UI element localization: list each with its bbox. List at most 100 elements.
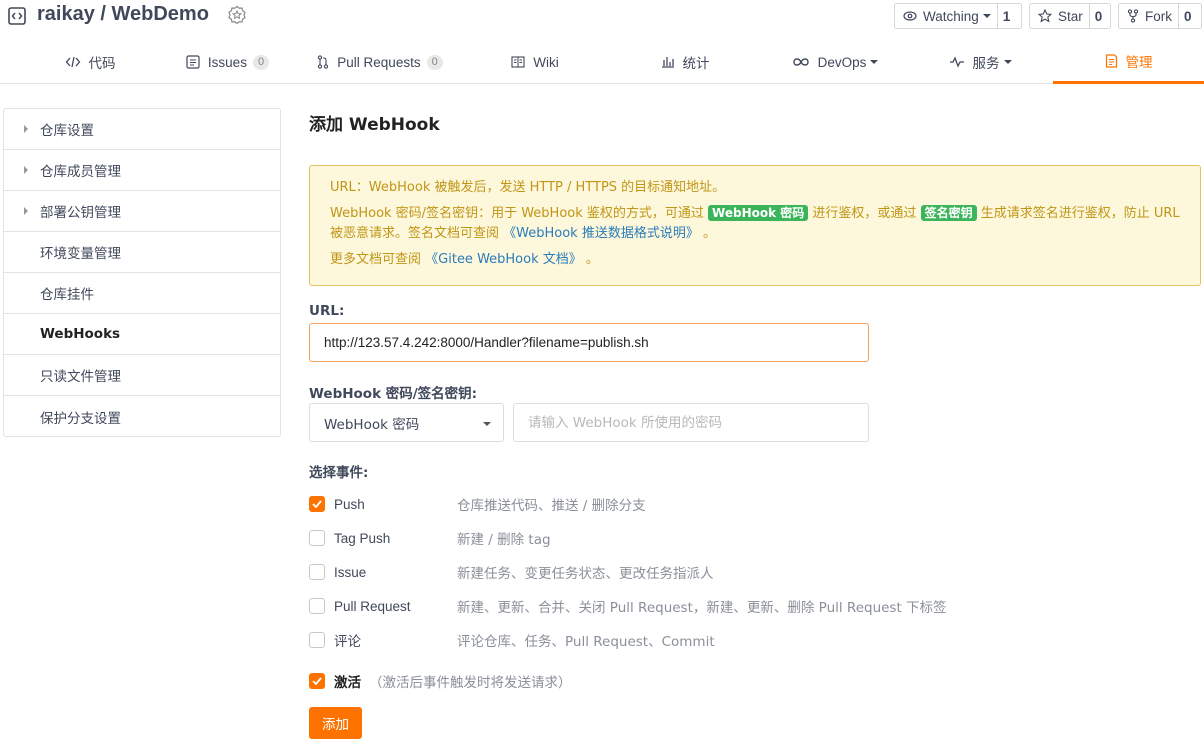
badge-icon[interactable] xyxy=(227,5,247,25)
event-name: 评论 xyxy=(334,634,361,649)
activate-option[interactable]: 激活 （激活后事件触发时将发送请求） xyxy=(309,671,572,691)
star-button[interactable]: Star 0 xyxy=(1029,3,1111,29)
event-issue[interactable]: Issue 新建任务、变更任务状态、更改任务指派人 xyxy=(309,562,1009,582)
tab-stats[interactable]: 统计 xyxy=(640,40,730,84)
issues-icon xyxy=(186,55,200,69)
watching-button[interactable]: Watching 1 xyxy=(894,3,1022,29)
comment-checkbox[interactable] xyxy=(309,632,325,648)
webhook-password-tag: WebHook 密码 xyxy=(708,205,809,221)
event-tag-push[interactable]: Tag Push 新建 / 删除 tag xyxy=(309,528,1009,548)
sidebar-item-label: WebHooks xyxy=(40,326,121,342)
sidebar-item-deploy-keys[interactable]: 部署公钥管理 xyxy=(4,191,280,232)
url-input[interactable] xyxy=(309,323,869,362)
secret-type-value: WebHook 密码 xyxy=(324,416,420,433)
sidebar-item-webhooks[interactable]: WebHooks xyxy=(4,314,280,355)
fork-icon xyxy=(1127,9,1139,23)
event-name: Issue xyxy=(334,564,367,580)
chevron-down-icon xyxy=(483,422,491,426)
sidebar-item-label: 仓库成员管理 xyxy=(40,164,121,180)
fork-count[interactable]: 0 xyxy=(1178,4,1197,28)
star-count[interactable]: 0 xyxy=(1088,4,1108,28)
activate-desc: （激活后事件触发时将发送请求） xyxy=(369,675,572,691)
sidebar-item-label: 只读文件管理 xyxy=(40,369,121,385)
sidebar-item-label: 保护分支设置 xyxy=(40,410,121,427)
event-pull-request[interactable]: Pull Request 新建、更新、合并、关闭 Pull Request，新建… xyxy=(309,596,1009,616)
repo-tabs: 代码 Issues 0 Pull Requests 0 Wiki 统计 DevO… xyxy=(0,40,1204,84)
event-desc: 新建任务、变更任务状态、更改任务指派人 xyxy=(457,566,714,582)
gitee-webhook-doc-link[interactable]: 《Gitee WebHook 文档》 xyxy=(425,252,582,267)
webhook-format-doc-link[interactable]: 《WebHook 推送数据格式说明》 xyxy=(503,226,699,241)
tab-issues[interactable]: Issues 0 xyxy=(180,40,275,84)
tab-manage[interactable]: 管理 xyxy=(1053,40,1204,84)
chevron-down-icon xyxy=(982,14,991,18)
sidebar-item-repo-settings[interactable]: 仓库设置 xyxy=(4,109,280,150)
activate-checkbox[interactable] xyxy=(309,673,325,689)
tab-manage-label: 管理 xyxy=(1125,54,1153,70)
eye-icon xyxy=(903,11,917,21)
repo-icon xyxy=(8,7,26,25)
repo-title[interactable]: raikay / WebDemo xyxy=(37,3,209,26)
sidebar-item-protected-branches[interactable]: 保护分支设置 xyxy=(4,396,280,437)
pull-request-checkbox[interactable] xyxy=(309,598,325,614)
issue-checkbox[interactable] xyxy=(309,564,325,580)
pull-request-icon xyxy=(318,55,329,69)
sidebar-item-label: 部署公钥管理 xyxy=(40,205,121,221)
tab-services-label: 服务 xyxy=(972,56,1000,71)
url-label: URL: xyxy=(309,303,345,319)
info-notice: URL：WebHook 被触发后，发送 HTTP / HTTPS 的目标通知地址… xyxy=(309,165,1201,286)
push-checkbox[interactable] xyxy=(309,496,325,512)
sidebar-item-label: 仓库挂件 xyxy=(40,287,94,303)
tab-code-label: 代码 xyxy=(88,56,116,71)
event-desc: 仓库推送代码、推送 / 删除分支 xyxy=(457,498,646,514)
activate-label: 激活 xyxy=(334,675,361,691)
chevron-down-icon xyxy=(1003,60,1012,64)
fork-button[interactable]: Fork 0 xyxy=(1118,3,1202,29)
event-name: Pull Request xyxy=(334,598,411,614)
event-comment[interactable]: 评论 评论仓库、任务、Pull Request、Commit xyxy=(309,630,1009,650)
sidebar-item-env-vars[interactable]: 环境变量管理 xyxy=(4,232,280,273)
tab-wiki-label: Wiki xyxy=(533,54,559,70)
notice-line-url: URL：WebHook 被触发后，发送 HTTP / HTTPS 的目标通知地址… xyxy=(330,178,1180,198)
chevron-right-icon xyxy=(24,166,28,174)
tab-pull-requests-count: 0 xyxy=(426,54,443,70)
bar-chart-icon xyxy=(661,57,674,68)
tab-issues-count: 0 xyxy=(252,54,270,70)
sidebar-item-label: 环境变量管理 xyxy=(40,246,121,262)
sidebar-item-label: 仓库设置 xyxy=(40,123,94,139)
pulse-icon xyxy=(949,56,964,68)
event-desc: 新建 / 删除 tag xyxy=(457,532,551,548)
sidebar-item-widgets[interactable]: 仓库挂件 xyxy=(4,273,280,314)
tab-devops-label: DevOps xyxy=(817,54,867,70)
secret-type-select[interactable]: WebHook 密码 xyxy=(309,403,504,442)
chevron-right-icon xyxy=(24,125,28,133)
watching-label: Watching xyxy=(923,8,979,24)
tab-code[interactable]: 代码 xyxy=(0,40,180,84)
page-title: 添加 WebHook xyxy=(309,115,440,135)
sidebar-item-readonly-files[interactable]: 只读文件管理 xyxy=(4,355,280,396)
notice-line-docs: 更多文档可查阅 《Gitee WebHook 文档》 。 xyxy=(330,250,1180,270)
book-icon xyxy=(511,56,525,68)
fork-label: Fork xyxy=(1145,8,1172,24)
tag-push-checkbox[interactable] xyxy=(309,530,325,546)
secret-input[interactable] xyxy=(513,403,869,442)
sidebar-item-members[interactable]: 仓库成员管理 xyxy=(4,150,280,191)
add-webhook-button[interactable]: 添加 xyxy=(309,707,362,739)
tab-wiki[interactable]: Wiki xyxy=(490,40,580,84)
tab-services[interactable]: 服务 xyxy=(930,40,1030,84)
tab-devops[interactable]: DevOps xyxy=(780,40,890,84)
secret-label: WebHook 密码/签名密钥: xyxy=(309,386,478,402)
event-push[interactable]: Push 仓库推送代码、推送 / 删除分支 xyxy=(309,494,1009,514)
event-desc: 新建、更新、合并、关闭 Pull Request，新建、更新、删除 Pull R… xyxy=(457,600,947,616)
watching-count[interactable]: 1 xyxy=(996,4,1016,28)
star-icon xyxy=(1038,9,1052,23)
tab-issues-label: Issues xyxy=(207,54,247,70)
tab-pull-requests[interactable]: Pull Requests 0 xyxy=(300,40,460,84)
chevron-down-icon xyxy=(870,60,879,64)
check-icon xyxy=(312,500,322,508)
notice-text: 进行鉴权，或通过 xyxy=(812,206,917,221)
repo-header: raikay / WebDemo Watching 1 Star 0 Fork … xyxy=(0,0,1204,33)
settings-sidebar: 仓库设置 仓库成员管理 部署公钥管理 环境变量管理 仓库挂件 WebHooks … xyxy=(3,108,281,437)
notice-line-secret: WebHook 密码/签名密钥：用于 WebHook 鉴权的方式，可通过 Web… xyxy=(330,204,1180,244)
event-name: Tag Push xyxy=(334,530,391,546)
signing-key-tag: 签名密钥 xyxy=(920,205,977,221)
